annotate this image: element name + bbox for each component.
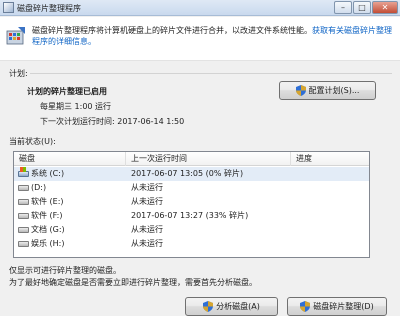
disk-row[interactable]: 系统 (C:) 2017-06-07 13:05 (0% 碎片)	[14, 167, 369, 181]
schedule-status-title: 计划的碎片整理已启用	[27, 87, 107, 96]
disk-last-run: 从未运行	[131, 183, 163, 192]
drive-icon	[18, 241, 29, 247]
shield-icon	[203, 301, 214, 312]
drive-icon	[18, 213, 29, 219]
configure-schedule-button[interactable]: 配置计划(S)...	[279, 81, 376, 100]
disk-last-run: 从未运行	[131, 225, 163, 234]
schedule-frequency: 每星期三 1:00 运行	[40, 102, 112, 111]
disk-name: 文档 (G:)	[31, 225, 65, 234]
disk-name: 娱乐 (H:)	[31, 239, 65, 248]
drive-icon	[18, 185, 29, 191]
shield-icon	[295, 85, 306, 96]
disk-name: 系统 (C:)	[31, 169, 65, 178]
intro-panel: 磁盘碎片整理程序将计算机硬盘上的碎片文件进行合并，以改进文件系统性能。获取有关磁…	[0, 17, 400, 61]
defrag-icon	[6, 27, 25, 45]
disk-row[interactable]: 文档 (G:) 从未运行	[14, 223, 369, 237]
column-progress[interactable]: 进度	[291, 152, 369, 166]
disk-list-header: 磁盘 上一次运行时间 进度	[14, 152, 369, 166]
window-title: 磁盘碎片整理程序	[17, 4, 81, 13]
intro-description: 磁盘碎片整理程序将计算机硬盘上的碎片文件进行合并，以改进文件系统性能。	[32, 26, 312, 35]
disk-list[interactable]: 磁盘 上一次运行时间 进度 系统 (C:) 2017-06-07 13:05 (…	[13, 151, 370, 258]
schedule-divider	[30, 73, 392, 74]
disk-last-run: 从未运行	[131, 197, 163, 206]
note-analyze-first: 为了最好地确定磁盘是否需要立即进行碎片整理，需要首先分析磁盘。	[9, 278, 257, 287]
minimize-button[interactable]: –	[334, 1, 352, 14]
analyze-disk-label: 分析磁盘(A)	[216, 302, 260, 311]
disk-name: 软件 (F:)	[31, 211, 63, 220]
disk-last-run: 从未运行	[131, 239, 163, 248]
column-last-run[interactable]: 上一次运行时间	[126, 152, 291, 166]
drive-icon	[18, 199, 29, 205]
defragment-disk-button[interactable]: 磁盘碎片整理(D)	[287, 297, 387, 316]
intro-text: 磁盘碎片整理程序将计算机硬盘上的碎片文件进行合并，以改进文件系统性能。获取有关磁…	[32, 25, 397, 47]
status-section-label: 当前状态(U):	[9, 137, 56, 146]
note-disks-shown: 仅显示可进行碎片整理的磁盘。	[9, 266, 121, 275]
shield-icon	[300, 301, 311, 312]
disk-name: 软件 (E:)	[31, 197, 64, 206]
windows-logo-icon	[20, 167, 26, 172]
disk-name: (D:)	[31, 183, 47, 192]
schedule-section-label: 计划:	[9, 69, 28, 78]
defrag-app-icon	[3, 2, 14, 13]
disk-last-run: 2017-06-07 13:27 (33% 碎片)	[131, 211, 249, 220]
maximize-button[interactable]: □	[353, 1, 371, 14]
disk-row[interactable]: 娱乐 (H:) 从未运行	[14, 237, 369, 251]
window-controls: – □ ✕	[333, 1, 398, 14]
drive-icon	[18, 227, 29, 233]
schedule-next-run: 下一次计划运行时间: 2017-06-14 1:50	[40, 117, 185, 126]
disk-row[interactable]: 软件 (F:) 2017-06-07 13:27 (33% 碎片)	[14, 209, 369, 223]
analyze-disk-button[interactable]: 分析磁盘(A)	[185, 297, 278, 316]
system-drive-icon	[18, 167, 29, 177]
defragment-disk-label: 磁盘碎片整理(D)	[313, 302, 374, 311]
disk-row[interactable]: (D:) 从未运行	[14, 181, 369, 195]
disk-row[interactable]: 软件 (E:) 从未运行	[14, 195, 369, 209]
close-button[interactable]: ✕	[372, 1, 398, 14]
disk-last-run: 2017-06-07 13:05 (0% 碎片)	[131, 169, 244, 178]
title-bar: 磁盘碎片整理程序 – □ ✕	[0, 0, 400, 16]
column-disk[interactable]: 磁盘	[14, 152, 126, 166]
configure-schedule-label: 配置计划(S)...	[308, 86, 360, 95]
